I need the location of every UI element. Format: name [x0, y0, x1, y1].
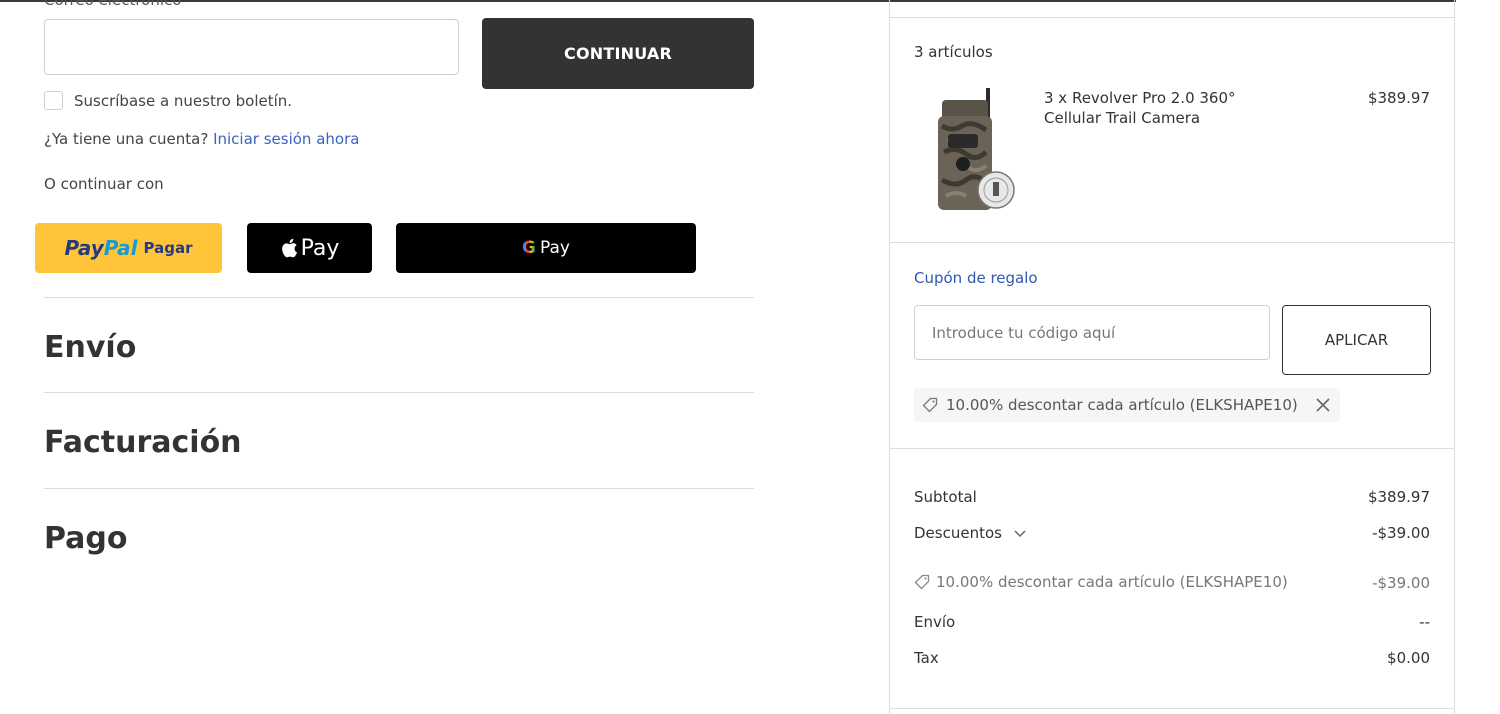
discount-detail-label: 10.00% descontar cada artículo (ELKSHAPE…: [936, 573, 1288, 591]
divider: [890, 17, 1454, 18]
paypal-button[interactable]: PayPal Pagar: [35, 223, 222, 273]
paypal-logo-pal: Pal: [103, 236, 138, 260]
google-g-letter: G: [522, 238, 536, 258]
billing-section-title[interactable]: Facturación: [44, 425, 242, 460]
chevron-down-icon: [1014, 529, 1026, 537]
applepay-button[interactable]: Pay: [247, 223, 372, 273]
discounts-value: -$39.00: [1372, 524, 1430, 542]
divider: [44, 297, 754, 298]
paypal-logo-pay: Pay: [64, 236, 104, 260]
product-image: [938, 88, 1015, 210]
paypal-logo: PayPal: [64, 236, 137, 260]
applied-coupon-tag: 10.00% descontar cada artículo (ELKSHAPE…: [914, 388, 1340, 422]
product-price: $389.97: [1367, 89, 1430, 107]
discount-detail-value: -$39.00: [1372, 574, 1430, 592]
applied-coupon-text: 10.00% descontar cada artículo (ELKSHAPE…: [946, 396, 1298, 414]
discounts-label: Descuentos: [914, 524, 1002, 542]
googlepay-button[interactable]: G Pay: [396, 223, 696, 273]
tax-value: $0.00: [1387, 649, 1430, 667]
email-field[interactable]: [44, 19, 459, 75]
items-count: 3 artículos: [914, 43, 993, 61]
shipping-label: Envío: [914, 613, 956, 631]
coupon-code-input[interactable]: [914, 305, 1270, 360]
tax-label: Tax: [914, 649, 939, 667]
payment-section-title[interactable]: Pago: [44, 521, 128, 556]
divider: [44, 392, 754, 393]
discount-detail: 10.00% descontar cada artículo (ELKSHAPE…: [914, 573, 1288, 591]
googlepay-label: Pay: [540, 238, 570, 258]
tag-icon: [922, 397, 938, 413]
subtotal-label: Subtotal: [914, 488, 977, 506]
divider: [890, 708, 1454, 709]
order-summary: 3 artículos 3 x Revolver Pro 2.0 360° Ce…: [889, 0, 1455, 714]
product-name: 3 x Revolver Pro 2.0 360° Cellular Trail…: [1044, 89, 1236, 127]
account-prompt: ¿Ya tiene una cuenta? Iniciar sesión aho…: [44, 130, 359, 148]
remove-coupon-icon[interactable]: [1316, 393, 1330, 417]
subtotal-value: $389.97: [1367, 488, 1430, 506]
discounts-toggle[interactable]: Descuentos: [914, 524, 1026, 542]
apple-icon: [281, 238, 297, 258]
close-icon[interactable]: [1316, 398, 1330, 412]
tag-icon: [914, 574, 930, 590]
divider: [890, 448, 1454, 449]
apply-coupon-button[interactable]: APLICAR: [1282, 305, 1431, 375]
continue-button[interactable]: CONTINUAR: [482, 18, 754, 89]
applepay-label: Pay: [300, 235, 340, 261]
google-g-icon: G: [522, 238, 536, 258]
divider: [890, 242, 1454, 243]
newsletter-checkbox[interactable]: [44, 91, 63, 110]
divider: [44, 488, 754, 489]
newsletter-option[interactable]: Suscríbase a nuestro boletín.: [44, 91, 292, 110]
coupon-label: Cupón de regalo: [914, 269, 1038, 287]
continue-with-label: O continuar con: [44, 175, 164, 193]
page-margin: [1456, 0, 1500, 714]
shipping-section-title[interactable]: Envío: [44, 330, 136, 365]
email-label: Correo electrónico: [44, 0, 182, 9]
signin-link[interactable]: Iniciar sesión ahora: [213, 130, 359, 148]
shipping-value: --: [1419, 613, 1430, 631]
account-question: ¿Ya tiene una cuenta?: [44, 130, 209, 148]
newsletter-label: Suscríbase a nuestro boletín.: [74, 91, 293, 110]
paypal-pagar-label: Pagar: [143, 239, 193, 257]
